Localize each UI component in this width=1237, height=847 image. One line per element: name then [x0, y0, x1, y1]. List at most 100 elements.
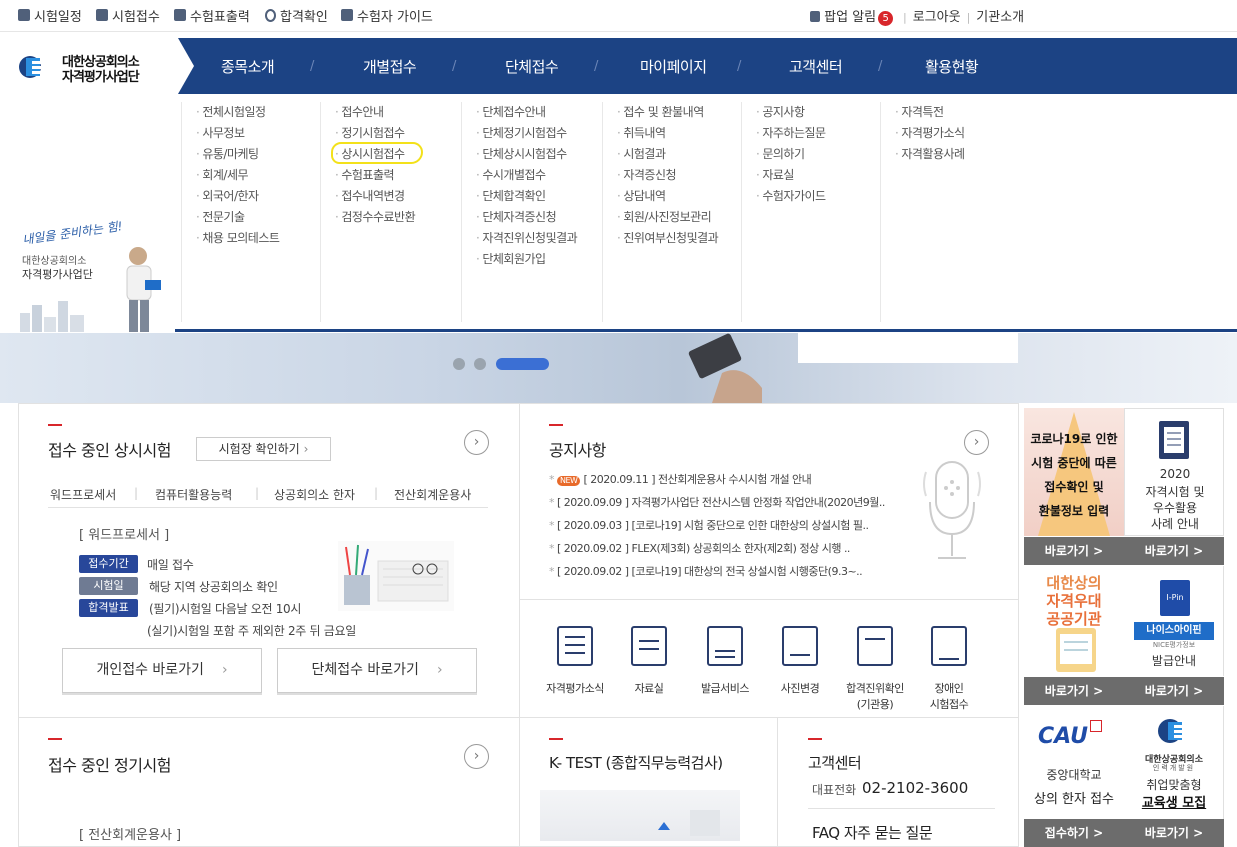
cau-banner[interactable]: CAU 중앙대학교 상의 한자 접수 [1024, 706, 1124, 819]
menu-item[interactable]: 수시개별접수 [476, 165, 577, 186]
gnb-item-intro[interactable]: 종목소개 [221, 56, 275, 77]
phone-label: 대표전화 [812, 783, 857, 797]
tab-computer[interactable]: 컴퓨터활용능력 [155, 486, 232, 503]
menu-item[interactable]: 문의하기 [756, 144, 826, 165]
slide-dot[interactable] [474, 358, 486, 370]
menu-item[interactable]: 자료실 [756, 165, 826, 186]
usage-guide-banner[interactable]: 2020 자격시험 및 우수활용 사례 안내 [1124, 408, 1224, 536]
notice-item[interactable]: * [ 2020.09.02 ] [코로나19] 대한상의 전국 상설시험 시행… [549, 563, 863, 579]
util-apply-link[interactable]: 시험접수 [96, 6, 160, 25]
notice-item[interactable]: * [ 2020.09.02 ] FLEX(제3회) 상공회의소 한자(제2회)… [549, 540, 850, 556]
menu-item[interactable]: 자격특전 [895, 102, 965, 123]
faq-link[interactable]: FAQ 자주 묻는 질문 [812, 822, 933, 843]
tab-word[interactable]: 워드프로세서 [50, 486, 116, 503]
notice-item[interactable]: * [ 2020.09.09 ] 자격평가사업단 전산시스템 안정화 작업안내(… [549, 494, 885, 510]
menu-item[interactable]: 회원/사진정보관리 [617, 207, 718, 228]
cs-title: 고객센터 [808, 754, 862, 772]
menu-item[interactable]: 사무정보 [196, 123, 279, 144]
calendar-icon [18, 9, 30, 21]
service-issue[interactable]: 발급서비스 [688, 626, 762, 696]
gnb-item-individual[interactable]: 개별접수 [363, 56, 417, 77]
menu-item[interactable]: 회계/세무 [196, 165, 279, 186]
covid-go-button[interactable]: 바로가기 > [1024, 537, 1124, 565]
divider [48, 507, 488, 508]
service-label: 자료실 [634, 682, 664, 695]
menu-item[interactable]: 정기시험접수 [335, 123, 415, 144]
menu-item[interactable]: 전체시험일정 [196, 102, 279, 123]
menu-item[interactable]: 시험결과 [617, 144, 718, 165]
menu-item[interactable]: 진위여부신청및결과 [617, 228, 718, 249]
menu-item[interactable]: 단체상시시험접수 [476, 144, 577, 165]
menu-item[interactable]: 단체합격확인 [476, 186, 577, 207]
pencil-cup-illustration [338, 541, 454, 611]
service-verify[interactable]: 합격진위확인 (기관용) [836, 626, 914, 712]
public-agency-banner[interactable]: 대한상의 자격우대 공공기관 [1024, 566, 1124, 676]
util-guide-link[interactable]: 수험자 가이드 [341, 6, 433, 25]
menu-item[interactable]: 자격평가소식 [895, 123, 965, 144]
service-disabled[interactable]: 장애인 시험접수 [912, 626, 986, 712]
red-accent [549, 424, 563, 426]
menu-item[interactable]: 유통/마케팅 [196, 144, 279, 165]
more-circle-icon[interactable]: › [464, 430, 489, 455]
more-circle-icon[interactable]: › [464, 744, 489, 769]
menu-item[interactable]: 자주하는질문 [756, 123, 826, 144]
menu-item[interactable]: 공지사항 [756, 102, 826, 123]
gnb-item-usage[interactable]: 활용현황 [925, 56, 979, 77]
covid-refund-banner[interactable]: 코로나19로 인한 시험 중단에 따른 접수확인 및 환불정보 입력 [1024, 408, 1124, 536]
menu-item[interactable]: 자격활용사례 [895, 144, 965, 165]
menu-item[interactable]: 채용 모의테스트 [196, 228, 280, 249]
notice-text: [ 2020.09.09 ] 자격평가사업단 전산시스템 안정화 작업안내(20… [557, 496, 885, 509]
util-schedule-link[interactable]: 시험일정 [18, 6, 82, 25]
guide-go-button[interactable]: 바로가기 > [1124, 537, 1224, 565]
menu-item[interactable]: 자격증신청 [617, 165, 718, 186]
slide-dot-active[interactable] [496, 358, 549, 370]
menu-item[interactable]: 수험자가이드 [756, 186, 826, 207]
divider [808, 808, 995, 809]
util-ticket-link[interactable]: 수험표출력 [174, 6, 250, 25]
menu-item[interactable]: 접수안내 [335, 102, 415, 123]
menu-item[interactable]: 전문기술 [196, 207, 279, 228]
covid-text: 환불정보 입력 [1038, 504, 1110, 518]
hrd-banner[interactable]: 대한상공회의소 인력개발원 취업맞춤형 교육생 모집 [1124, 706, 1224, 819]
mega-col-intro: 전체시험일정사무정보유통/마케팅회계/세무외국어/한자전문기술채용 모의테스트 [181, 102, 280, 322]
logo[interactable]: 대한상공회의소 자격평가사업단 [0, 38, 178, 94]
personal-apply-button[interactable]: 개인접수 바로가기 › [62, 648, 262, 693]
menu-item[interactable]: 접수 및 환불내역 [617, 102, 718, 123]
service-library[interactable]: 자료실 [613, 626, 685, 696]
notice-item[interactable]: * [ 2020.09.03 ] [코로나19] 시험 중단으로 인한 대한상의… [549, 517, 869, 533]
service-photo[interactable]: 사진변경 [764, 626, 836, 696]
menu-item[interactable]: 취득내역 [617, 123, 718, 144]
hall-check-button[interactable]: 시험장 확인하기 › [196, 437, 331, 461]
menu-item[interactable]: 단체자격증신청 [476, 207, 577, 228]
tab-accounting[interactable]: 전산회계운용사 [394, 486, 471, 503]
hrd-go-button[interactable]: 바로가기 > [1124, 819, 1224, 847]
menu-item[interactable]: 상담내역 [617, 186, 718, 207]
logout-link[interactable]: 로그아웃 [913, 10, 961, 25]
service-news[interactable]: 자격평가소식 [537, 626, 613, 696]
menu-item[interactable]: 외국어/한자 [196, 186, 279, 207]
menu-item[interactable]: 단체회원가입 [476, 249, 577, 270]
org-intro-link[interactable]: 기관소개 [976, 10, 1024, 25]
menu-item[interactable]: 접수내역변경 [335, 186, 415, 207]
notice-item[interactable]: * NEW[ 2020.09.11 ] 전산회계운용사 수시시험 개설 안내 [549, 471, 812, 487]
menu-item[interactable]: 단체접수안내 [476, 102, 577, 123]
gnb-item-mypage[interactable]: 마이페이지 [640, 56, 707, 77]
menu-item[interactable]: 검정수수료반환 [335, 207, 415, 228]
public-go-button[interactable]: 바로가기 > [1024, 677, 1124, 705]
group-apply-button[interactable]: 단체접수 바로가기 › [277, 648, 477, 693]
popup-alert-link[interactable]: 팝업 알림 5 [810, 6, 894, 26]
gnb-item-group[interactable]: 단체접수 [505, 56, 559, 77]
menu-item[interactable]: 단체정기시험접수 [476, 123, 577, 144]
ipin-go-button[interactable]: 바로가기 > [1124, 677, 1224, 705]
covid-text: 접수확인 및 [1044, 480, 1104, 494]
more-circle-icon[interactable]: › [964, 430, 989, 455]
popup-label: 팝업 알림 [824, 10, 877, 25]
cau-apply-button[interactable]: 접수하기 > [1024, 819, 1124, 847]
tab-hanja[interactable]: 상공회의소 한자 [274, 486, 355, 503]
ipin-banner[interactable]: I-Pin 나이스아이핀 NICE평가정보 발급안내 [1124, 566, 1224, 676]
util-pass-link[interactable]: 합격확인 [265, 6, 328, 25]
menu-item[interactable]: 자격진위신청및결과 [476, 228, 577, 249]
menu-item[interactable]: 수험표출력 [335, 165, 415, 186]
slide-dot[interactable] [453, 358, 465, 370]
gnb-item-support[interactable]: 고객센터 [789, 56, 843, 77]
